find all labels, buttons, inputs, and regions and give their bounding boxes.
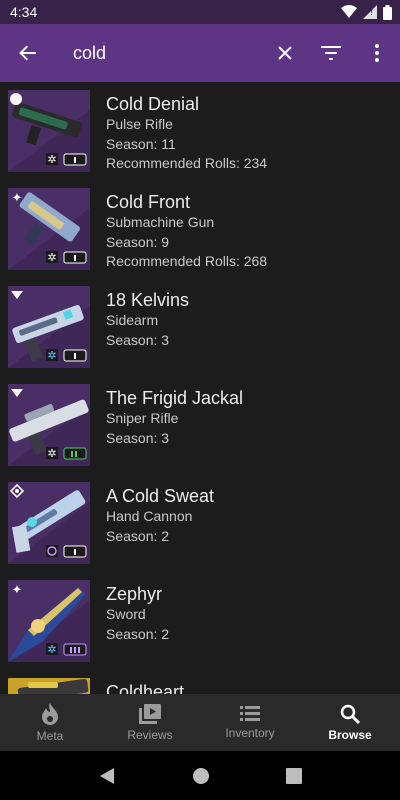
weapon-thumbnail: ✦ ✲ [8,580,90,662]
nav-meta-label: Meta [36,728,64,743]
system-home-icon[interactable] [192,767,210,785]
filter-button[interactable] [308,24,354,82]
weapon-type: Hand Cannon [106,508,193,524]
weapon-type: Pulse Rifle [106,116,173,132]
system-recents-icon[interactable] [286,767,302,784]
svg-text:✲: ✲ [47,447,56,460]
weapon-recommended-rolls: Recommended Rolls: 234 [106,155,268,171]
nav-inventory[interactable]: Inventory [200,694,300,751]
nav-reviews[interactable]: Reviews [100,694,200,751]
weapon-name: The Frigid Jackal [106,388,244,408]
weapon-item-the-frigid-jackal[interactable]: ✲ The Frigid Jackal Sniper Rifle Season:… [0,376,400,474]
weapon-item-zephyr[interactable]: ✦ ✲ Zephyr Sword Season: 2 [0,572,400,670]
app-bar [0,24,400,82]
overflow-menu-button[interactable] [354,24,400,82]
weapon-item-cold-denial[interactable]: ✲ Cold Denial Pulse Rifle Season: 11 Rec… [0,82,400,180]
system-navigation-bar [0,751,400,800]
weapon-item-18-kelvins[interactable]: ✲ 18 Kelvins Sidearm Season: 3 [0,278,400,376]
svg-text:✦: ✦ [12,583,23,598]
weapon-season: Season: 2 [106,527,170,544]
weapon-type: Submachine Gun [106,214,215,230]
search-input[interactable] [73,42,262,64]
weapon-name: A Cold Sweat [106,486,215,506]
weapon-name: Coldheart [106,682,185,694]
nav-reviews-label: Reviews [127,727,173,742]
wifi-icon [341,5,357,18]
nav-inventory-label: Inventory [225,725,275,740]
back-button[interactable] [0,24,56,82]
battery-icon [383,4,392,20]
search-field[interactable] [56,24,262,82]
list-icon [240,705,260,721]
weapon-name: 18 Kelvins [106,290,190,310]
search-icon [340,704,360,724]
weapon-thumbnail: ✲ [8,90,90,172]
weapon-name: Cold Denial [106,94,200,114]
system-back-icon[interactable] [98,767,116,785]
nav-meta[interactable]: Meta [0,694,100,751]
svg-text:✲: ✲ [47,643,56,656]
weapon-season: Season: 3 [106,429,170,446]
weapon-thumbnail: ✲ [8,286,90,368]
svg-text:✲: ✲ [47,251,56,264]
status-bar: 4:34 ! [0,0,400,24]
weapon-thumbnail [8,482,90,564]
weapon-season: Season: 11 [106,135,176,152]
signal-icon: ! [363,5,377,19]
flame-icon [42,702,58,725]
weapon-recommended-rolls: Recommended Rolls: 268 [106,253,268,269]
more-vert-icon [375,44,379,62]
svg-text:!: ! [370,8,373,17]
weapon-item-a-cold-sweat[interactable]: A Cold Sweat Hand Cannon Season: 2 [0,474,400,572]
status-time: 4:34 [10,4,38,20]
arrow-back-icon [19,45,36,61]
weapon-name: Cold Front [106,192,191,212]
bottom-navigation: Meta Reviews Inventory Browse [0,694,400,751]
weapon-type: Sniper Rifle [106,410,179,426]
svg-text:✲: ✲ [47,349,56,362]
results-list[interactable]: ✲ Cold Denial Pulse Rifle Season: 11 Rec… [0,82,400,694]
weapon-item-cold-front[interactable]: ✦ ✲ Cold Front Submachine Gun Season: 9 … [0,180,400,278]
video-library-icon [139,703,161,724]
weapon-thumbnail [8,678,90,694]
weapon-thumbnail: ✦ ✲ [8,188,90,270]
clear-search-button[interactable] [262,24,308,82]
close-icon [278,46,292,60]
weapon-season: Season: 9 [106,233,170,250]
weapon-season: Season: 2 [106,625,170,642]
weapon-thumbnail: ✲ [8,384,90,466]
weapon-type: Sword [106,606,146,622]
weapon-item-coldheart[interactable]: Coldheart [0,670,400,694]
nav-browse[interactable]: Browse [300,694,400,751]
svg-text:✲: ✲ [47,153,56,166]
weapon-name: Zephyr [106,584,163,604]
svg-text:✦: ✦ [12,191,23,206]
weapon-type: Sidearm [106,312,159,328]
nav-browse-label: Browse [328,727,372,742]
weapon-season: Season: 3 [106,331,170,348]
filter-icon [321,46,341,60]
